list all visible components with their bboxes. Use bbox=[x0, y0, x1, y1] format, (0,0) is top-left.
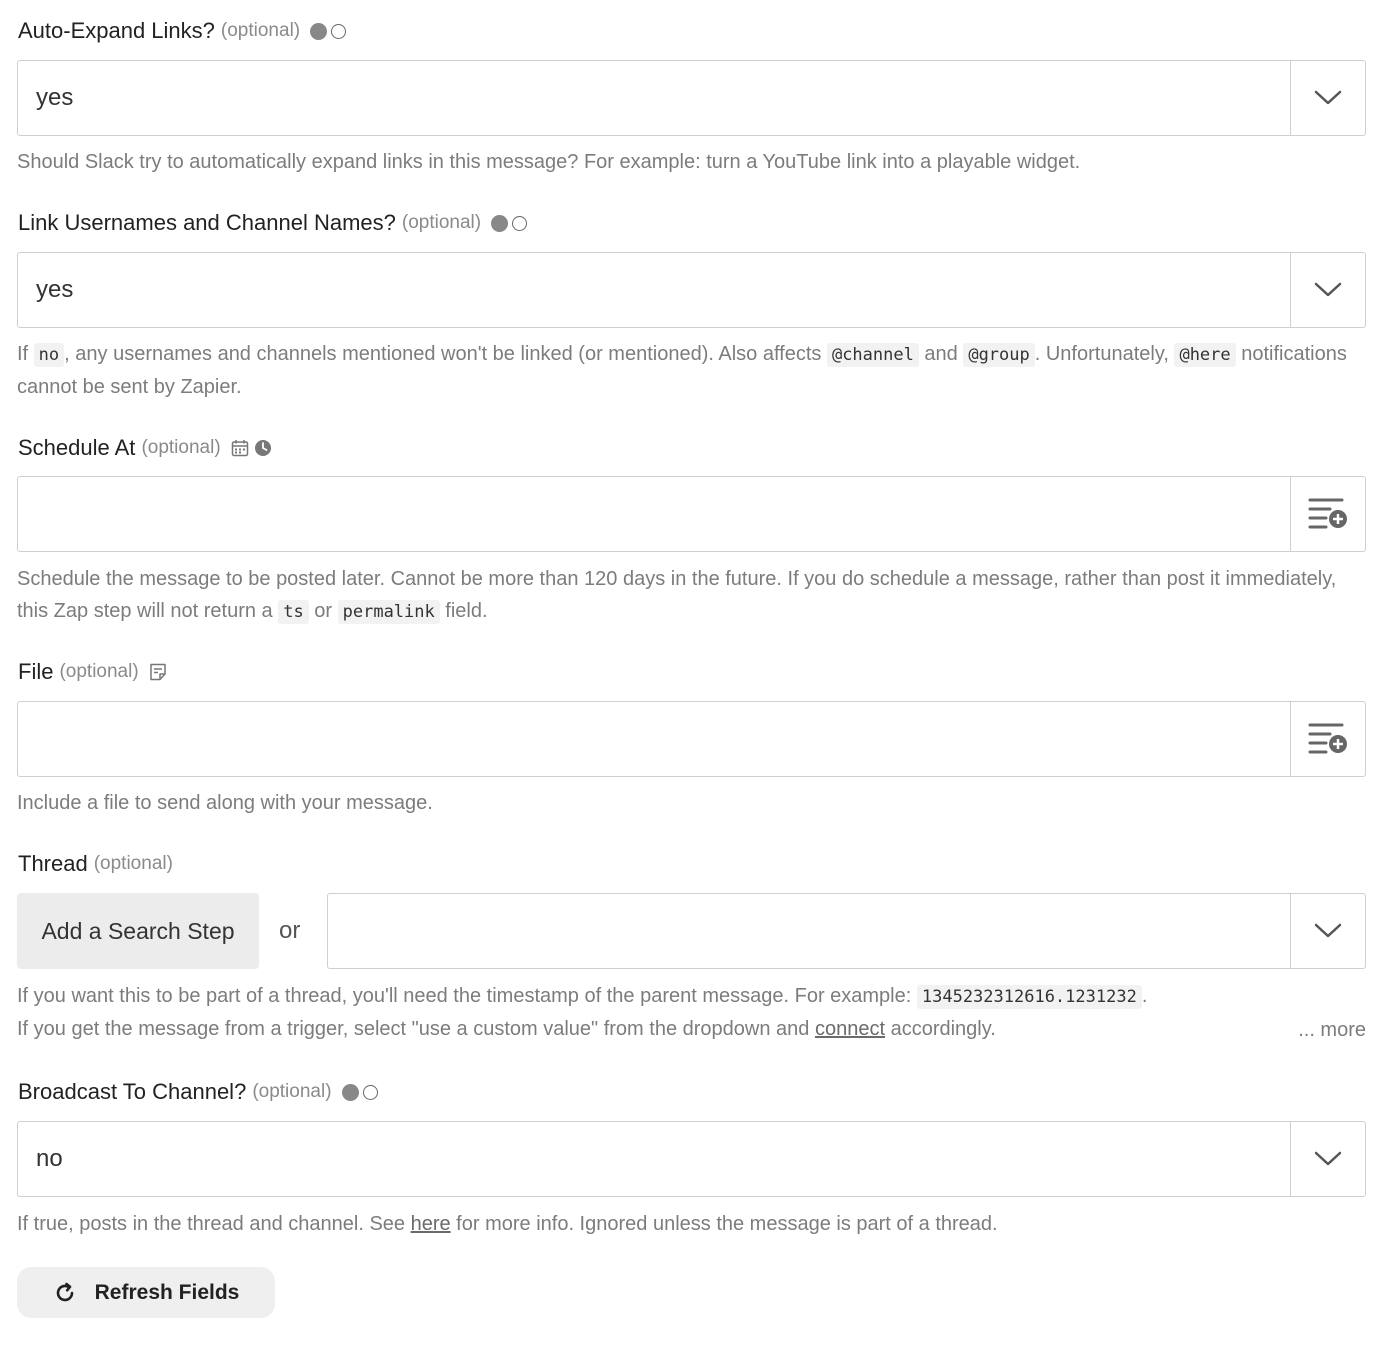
link-names-label: Link Usernames and Channel Names? (optio… bbox=[18, 210, 528, 236]
add-search-step-button[interactable]: Add a Search Step bbox=[17, 893, 259, 969]
auto-expand-select[interactable]: yes bbox=[17, 60, 1366, 136]
boolean-type-icon bbox=[491, 214, 528, 232]
chevron-down-icon[interactable] bbox=[1290, 1122, 1365, 1196]
datetime-type-icon bbox=[231, 439, 272, 457]
schedule-at-input[interactable] bbox=[17, 476, 1366, 552]
refresh-fields-button[interactable]: Refresh Fields bbox=[17, 1267, 275, 1318]
field-label: Link Usernames and Channel Names? bbox=[18, 210, 396, 235]
thread-label: Thread (optional) bbox=[18, 851, 173, 877]
optional-tag: (optional) bbox=[93, 853, 173, 874]
clock-icon bbox=[254, 440, 271, 456]
auto-expand-label: Auto-Expand Links? (optional) bbox=[18, 18, 347, 44]
file-input[interactable] bbox=[17, 701, 1366, 777]
select-value: yes bbox=[36, 84, 74, 111]
field-label: Auto-Expand Links? bbox=[18, 18, 215, 43]
optional-tag: (optional) bbox=[220, 20, 301, 41]
broadcast-select[interactable]: no bbox=[17, 1121, 1366, 1197]
boolean-type-icon bbox=[310, 22, 347, 40]
broadcast-help: If true, posts in the thread and channel… bbox=[17, 1213, 998, 1235]
refresh-icon bbox=[56, 1282, 73, 1301]
file-help: Include a file to send along with your m… bbox=[17, 792, 433, 814]
calendar-icon bbox=[231, 440, 248, 457]
boolean-type-icon bbox=[341, 1083, 378, 1101]
insert-data-icon[interactable] bbox=[1290, 477, 1365, 551]
here-link[interactable]: here bbox=[411, 1213, 451, 1235]
connect-link[interactable]: connect bbox=[815, 1018, 885, 1040]
select-value: no bbox=[36, 1145, 63, 1172]
or-separator: or bbox=[279, 917, 301, 944]
field-label: Broadcast To Channel? bbox=[18, 1079, 247, 1104]
chevron-down-icon[interactable] bbox=[1290, 61, 1365, 135]
thread-select[interactable] bbox=[327, 893, 1366, 969]
broadcast-label: Broadcast To Channel? (optional) bbox=[18, 1079, 378, 1105]
file-type-icon bbox=[149, 663, 166, 681]
file-label: File (optional) bbox=[18, 659, 167, 685]
thread-help: If you want this to be part of a thread,… bbox=[17, 985, 1148, 1040]
schedule-at-label: Schedule At (optional) bbox=[18, 435, 272, 461]
more-link[interactable]: ... more bbox=[1298, 1014, 1366, 1046]
form-panel: Auto-Expand Links? (optional) yes Should… bbox=[0, 0, 1400, 1352]
chevron-down-icon[interactable] bbox=[1290, 894, 1365, 968]
optional-tag: (optional) bbox=[252, 1081, 332, 1102]
chevron-down-icon[interactable] bbox=[1290, 253, 1365, 327]
link-names-select[interactable]: yes bbox=[17, 252, 1366, 328]
field-label: File bbox=[18, 659, 54, 684]
optional-tag: (optional) bbox=[401, 212, 482, 233]
field-label: Thread bbox=[18, 851, 88, 876]
optional-tag: (optional) bbox=[59, 661, 139, 682]
schedule-at-help: Schedule the message to be posted later.… bbox=[17, 568, 1337, 624]
field-label: Schedule At bbox=[18, 435, 136, 460]
refresh-label: Refresh Fields bbox=[94, 1280, 240, 1304]
auto-expand-help: Should Slack try to automatically expand… bbox=[17, 151, 1081, 173]
select-value: yes bbox=[36, 276, 74, 303]
optional-tag: (optional) bbox=[141, 437, 221, 458]
link-names-help: If no, any usernames and channels mentio… bbox=[17, 343, 1347, 398]
insert-data-icon[interactable] bbox=[1290, 702, 1365, 776]
